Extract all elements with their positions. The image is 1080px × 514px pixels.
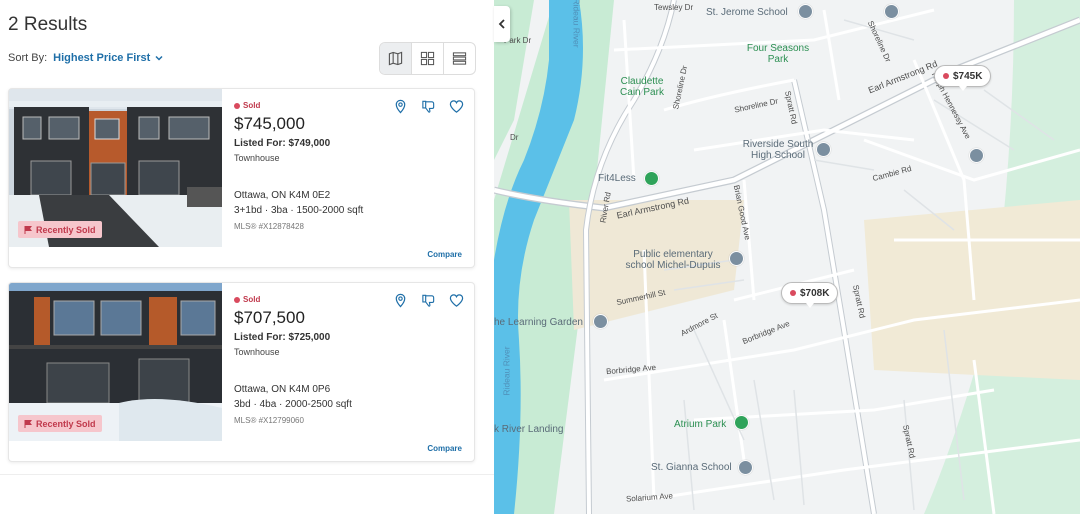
sort-label: Sort By: bbox=[8, 52, 48, 64]
status-dot bbox=[234, 102, 240, 109]
map-canvas bbox=[494, 0, 1080, 514]
map-icon bbox=[388, 51, 403, 66]
thumbs-down-icon[interactable] bbox=[420, 292, 436, 308]
park-icon[interactable] bbox=[734, 415, 749, 430]
status-badge: Sold bbox=[234, 295, 260, 304]
place-label: Four Seasons Park bbox=[746, 43, 810, 65]
sold-dot bbox=[790, 290, 796, 296]
river-label: Rideau River bbox=[501, 346, 512, 396]
status-text: Sold bbox=[243, 101, 261, 110]
status-badge: Sold bbox=[234, 101, 260, 110]
sold-dot bbox=[943, 73, 949, 79]
card-actions bbox=[392, 292, 464, 308]
map-view[interactable]: St. Jerome School Four Seasons Park Clau… bbox=[494, 0, 1080, 514]
heart-icon[interactable] bbox=[448, 292, 464, 308]
sort-value: Highest Price First bbox=[53, 52, 151, 64]
list-view-button[interactable] bbox=[444, 43, 475, 74]
place-label: he Learning Garden bbox=[494, 317, 583, 328]
mls-number: MLS® #X12878428 bbox=[234, 222, 304, 231]
results-panel: 2 Results Sort By: Highest Price First R… bbox=[0, 0, 494, 514]
place-label: St. Jerome School bbox=[706, 7, 788, 18]
compare-link[interactable]: Compare bbox=[427, 250, 462, 259]
badge-label: Recently Sold bbox=[36, 224, 96, 235]
place-label: St. Gianna School bbox=[651, 462, 732, 473]
place-label: Riverside South High School bbox=[742, 139, 814, 161]
collapse-panel-button[interactable] bbox=[494, 6, 510, 42]
heart-icon[interactable] bbox=[448, 98, 464, 114]
price-pin[interactable]: $745K bbox=[934, 65, 992, 91]
view-toggle bbox=[379, 42, 476, 75]
pin-label: $745K bbox=[953, 70, 983, 82]
place-label: Atrium Park bbox=[674, 419, 727, 430]
recently-sold-badge: Recently Sold bbox=[18, 221, 102, 238]
flag-icon bbox=[24, 225, 32, 234]
specs: 3bd · 4ba · 2000-2500 sqft bbox=[234, 399, 352, 410]
divider bbox=[0, 474, 494, 475]
listing-photo[interactable]: Recently Sold bbox=[9, 89, 222, 247]
listed-price: Listed For: $725,000 bbox=[234, 332, 331, 343]
recently-sold-badge: Recently Sold bbox=[18, 415, 102, 432]
place-label: k River Landing bbox=[494, 424, 564, 435]
property-type: Townhouse bbox=[234, 153, 280, 163]
address: Ottawa, ON K4M 0E2 bbox=[234, 190, 331, 201]
place-label: Fit4Less bbox=[598, 173, 636, 184]
school-icon[interactable] bbox=[816, 142, 831, 157]
sold-price: $745,000 bbox=[234, 114, 305, 133]
chevron-down-icon bbox=[155, 55, 163, 61]
property-type: Townhouse bbox=[234, 347, 280, 357]
specs: 3+1bd · 3ba · 1500-2000 sqft bbox=[234, 205, 364, 216]
school-icon[interactable] bbox=[738, 460, 753, 475]
river-label: Rideau River bbox=[571, 0, 582, 48]
badge-label: Recently Sold bbox=[36, 418, 96, 429]
compare-link[interactable]: Compare bbox=[427, 444, 462, 453]
address: Ottawa, ON K4M 0P6 bbox=[234, 384, 331, 395]
sort-bar: Sort By: Highest Price First bbox=[8, 52, 164, 64]
sold-price: $707,500 bbox=[234, 308, 305, 327]
listed-price: Listed For: $749,000 bbox=[234, 138, 331, 149]
road-label: Dr bbox=[510, 133, 519, 142]
price-pin[interactable]: $708K bbox=[781, 282, 839, 308]
chevron-left-icon bbox=[498, 19, 505, 29]
list-icon bbox=[452, 52, 467, 65]
location-pin-icon[interactable] bbox=[392, 292, 408, 308]
status-text: Sold bbox=[243, 295, 261, 304]
listing-photo[interactable]: Recently Sold bbox=[9, 283, 222, 441]
park-icon[interactable] bbox=[644, 171, 659, 186]
road-label: Tewsley Dr bbox=[654, 3, 694, 12]
results-title: 2 Results bbox=[8, 14, 88, 35]
school-icon[interactable] bbox=[884, 4, 899, 19]
place-label: Public elementary school Michel-Dupuis bbox=[625, 249, 721, 271]
status-dot bbox=[234, 296, 240, 303]
map-view-button[interactable] bbox=[380, 43, 412, 74]
school-icon[interactable] bbox=[729, 251, 744, 266]
listing-card[interactable]: Recently Sold Sold $745,000 Listed For: … bbox=[8, 88, 475, 268]
sort-dropdown[interactable]: Highest Price First bbox=[53, 52, 164, 64]
flag-icon bbox=[24, 419, 32, 428]
location-pin-icon[interactable] bbox=[392, 98, 408, 114]
grid-view-button[interactable] bbox=[412, 43, 444, 74]
listing-info: Sold $745,000 Listed For: $749,000 Townh… bbox=[234, 89, 474, 267]
school-icon[interactable] bbox=[593, 314, 608, 329]
listing-card[interactable]: Recently Sold Sold $707,500 Listed For: … bbox=[8, 282, 475, 462]
pin-label: $708K bbox=[800, 287, 830, 299]
card-actions bbox=[392, 98, 464, 114]
grid-icon bbox=[420, 51, 435, 66]
place-label: Claudette Cain Park bbox=[620, 76, 664, 98]
school-icon[interactable] bbox=[969, 148, 984, 163]
school-icon[interactable] bbox=[798, 4, 813, 19]
mls-number: MLS® #X12799060 bbox=[234, 416, 304, 425]
thumbs-down-icon[interactable] bbox=[420, 98, 436, 114]
listing-info: Sold $707,500 Listed For: $725,000 Townh… bbox=[234, 283, 474, 461]
